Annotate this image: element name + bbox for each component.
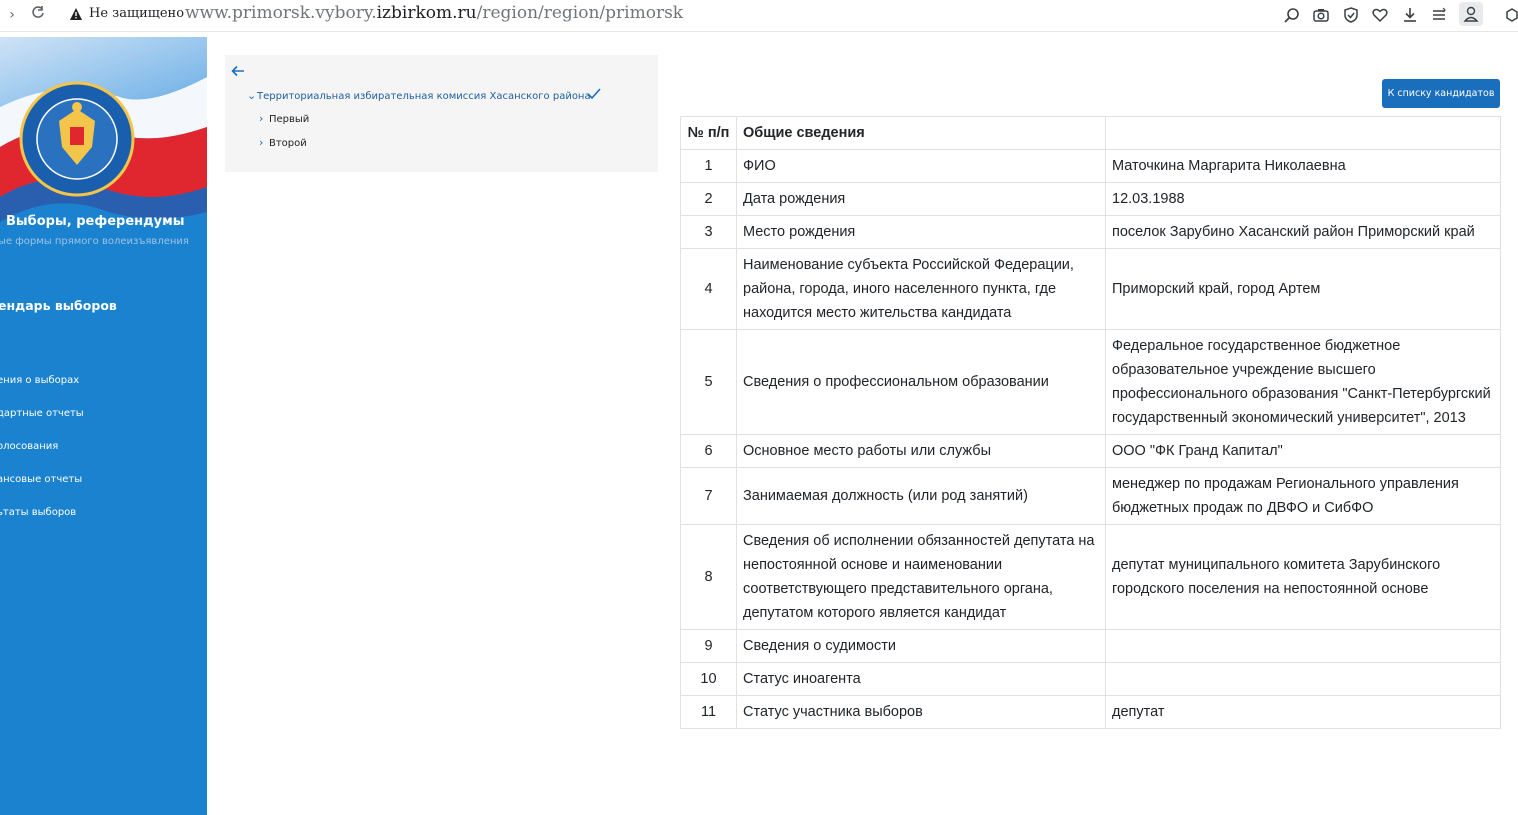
back-arrow-icon[interactable]: [230, 63, 246, 79]
sidebar-item-standard-reports[interactable]: дартные отчеты: [0, 408, 84, 419]
url-prefix: www.primorsk.vybory.: [185, 3, 377, 23]
warning-icon[interactable]: [69, 7, 83, 21]
browser-toolbar: › Не защищено www.primorsk.vybory.izbirk…: [0, 0, 1518, 32]
not-secure-label[interactable]: Не защищено: [89, 6, 184, 21]
row-number: 8: [680, 524, 737, 630]
row-field: Статус иноагента: [736, 662, 1106, 696]
sidebar-item-election-info[interactable]: ения о выборах: [0, 375, 79, 386]
sidebar-item-calendar[interactable]: ендарь выборов: [0, 298, 117, 313]
row-value: [1105, 662, 1501, 696]
row-value: 12.03.1988: [1105, 182, 1501, 216]
row-field: Сведения о профессиональном образовании: [736, 329, 1106, 435]
row-value: ООО "ФК Гранд Капитал": [1105, 434, 1501, 468]
row-number: 9: [680, 629, 737, 663]
row-field: Сведения о судимости: [736, 629, 1106, 663]
tree-node-root[interactable]: ⌄Территориальная избирательная комиссия …: [247, 89, 591, 102]
row-value: менеджер по продажам Регионального управ…: [1105, 467, 1501, 525]
table-row: 11 Статус участника выборов депутат: [680, 695, 1501, 729]
table-row: 9 Сведения о судимости: [680, 629, 1501, 663]
row-field: ФИО: [736, 149, 1106, 183]
row-value: депутат: [1105, 695, 1501, 729]
candidate-info-table: № п/п Общие сведения 1 ФИО Маточкина Марга…: [680, 116, 1501, 729]
table-row: 7 Занимаемая должность (или род занятий) м…: [680, 467, 1501, 525]
tree-node-first[interactable]: › Первый: [259, 112, 309, 125]
row-field: Основное место работы или службы: [736, 434, 1106, 468]
row-number: 2: [680, 182, 737, 216]
table-row: 3 Место рождения поселок Зарубино Хасански…: [680, 215, 1501, 249]
search-icon[interactable]: [1283, 6, 1301, 24]
row-number: 10: [680, 662, 737, 696]
chevron-right-icon: ›: [259, 112, 264, 125]
row-value: депутат муниципального комитета Зарубинс…: [1105, 524, 1501, 630]
row-field: Статус участника выборов: [736, 695, 1106, 729]
table-row: 2 Дата рождения 12.03.1988: [680, 182, 1501, 216]
table-row: 4 Наименование субъекта Российской Федера…: [680, 248, 1501, 330]
row-value: Маточкина Маргарита Николаевна: [1105, 149, 1501, 183]
row-field: Место рождения: [736, 215, 1106, 249]
check-icon: [587, 88, 601, 100]
sidebar: Выборы, референдумы ые формы прямого вол…: [0, 37, 207, 815]
row-number: 11: [680, 695, 737, 729]
table-row: 8 Сведения об исполнении обязанностей деп…: [680, 524, 1501, 630]
row-number: 3: [680, 215, 737, 249]
sidebar-subtitle: ые формы прямого волеизъявления: [0, 236, 189, 247]
url-path: /region/region/primorsk: [476, 3, 684, 23]
user-icon: [1463, 6, 1479, 22]
row-value: Приморский край, город Артем: [1105, 248, 1501, 330]
download-icon[interactable]: [1401, 6, 1419, 24]
sidebar-item-results[interactable]: ьтаты выборов: [0, 507, 76, 518]
table-row: 1 ФИО Маточкина Маргарита Николаевна: [680, 149, 1501, 183]
profile-button[interactable]: [1459, 2, 1483, 26]
reload-icon[interactable]: [28, 5, 48, 25]
row-field: Занимаемая должность (или род занятий): [736, 467, 1106, 525]
menu-list-icon[interactable]: [1430, 6, 1448, 24]
tree-node-label: Первый: [269, 114, 310, 125]
table-row: 10 Статус иноагента: [680, 662, 1501, 696]
row-field: Сведения об исполнении обязанностей депу…: [736, 524, 1106, 630]
table-row: 6 Основное место работы или службы ООО "ФК…: [680, 434, 1501, 468]
shield-check-icon[interactable]: [1342, 6, 1360, 24]
url-domain: izbirkom.ru: [376, 3, 477, 23]
row-value: [1105, 629, 1501, 663]
commission-tree: ⌄Территориальная избирательная комиссия …: [225, 55, 658, 172]
cec-emblem: [19, 81, 135, 197]
camera-icon[interactable]: [1312, 6, 1330, 24]
candidates-list-button[interactable]: К списку кандидатов: [1382, 79, 1500, 108]
row-field: Наименование субъекта Российской Федерац…: [736, 248, 1106, 330]
row-number: 1: [680, 149, 737, 183]
column-header-general-info: Общие сведения: [736, 116, 1106, 150]
heart-icon[interactable]: [1371, 6, 1389, 24]
tree-node-second[interactable]: › Второй: [259, 136, 307, 149]
row-value: поселок Зарубино Хасанский район Приморс…: [1105, 215, 1501, 249]
sidebar-title: Выборы, референдумы: [6, 214, 185, 229]
row-number: 7: [680, 467, 737, 525]
row-number: 6: [680, 434, 737, 468]
row-value: Федеральное государственное бюджетное об…: [1105, 329, 1501, 435]
tree-node-label: Второй: [269, 138, 307, 149]
address-bar[interactable]: www.primorsk.vybory.izbirkom.ru/region/r…: [185, 3, 683, 23]
row-number: 5: [680, 329, 737, 435]
tree-node-root-label: Территориальная избирательная комиссия Х…: [257, 91, 591, 102]
column-header-number: № п/п: [680, 116, 737, 150]
table-row: 5 Сведения о профессиональном образовании…: [680, 329, 1501, 435]
row-number: 4: [680, 248, 737, 330]
sidebar-item-financial-reports[interactable]: ансовые отчеты: [0, 474, 82, 485]
extensions-icon[interactable]: [1503, 6, 1518, 24]
row-field: Дата рождения: [736, 182, 1106, 216]
forward-icon[interactable]: ›: [2, 5, 22, 25]
table-header-row: № п/п Общие сведения: [680, 116, 1501, 150]
column-header-value: [1105, 116, 1501, 150]
chevron-right-icon: ›: [259, 136, 264, 149]
chevron-down-icon: ⌄: [247, 89, 257, 102]
sidebar-item-voting[interactable]: олосования: [0, 441, 58, 452]
